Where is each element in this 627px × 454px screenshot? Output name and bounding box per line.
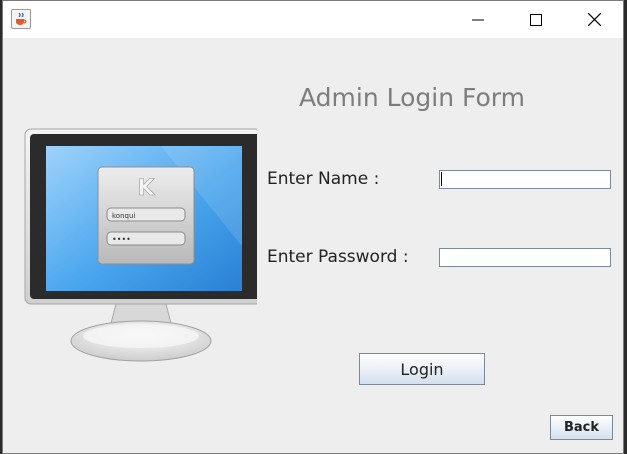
back-button[interactable]: Back <box>550 415 613 440</box>
minimize-icon <box>472 19 484 20</box>
login-button[interactable]: Login <box>359 353 485 385</box>
name-input[interactable] <box>439 170 611 189</box>
password-input[interactable] <box>439 248 611 267</box>
illustration-username: konqui <box>112 212 135 220</box>
java-cup-icon[interactable] <box>11 9 31 29</box>
name-label: Enter Name : <box>267 169 380 189</box>
close-icon <box>587 13 601 26</box>
minimize-button[interactable] <box>455 1 501 38</box>
form-title: Admin Login Form <box>299 83 525 112</box>
title-bar[interactable] <box>3 1 623 38</box>
password-label: Enter Password : <box>267 247 409 267</box>
text-caret <box>441 172 442 186</box>
illustration-password-mask: •••• <box>112 235 131 244</box>
form-panel: K konqui •••• Admin Login Form Enter Nam… <box>3 38 623 453</box>
close-button[interactable] <box>571 1 617 38</box>
maximize-icon <box>530 13 542 26</box>
login-window: K konqui •••• Admin Login Form Enter Nam… <box>2 0 624 454</box>
maximize-button[interactable] <box>513 1 559 38</box>
kde-logo-letter: K <box>137 176 155 201</box>
monitor-login-illustration: K konqui •••• <box>21 126 262 371</box>
